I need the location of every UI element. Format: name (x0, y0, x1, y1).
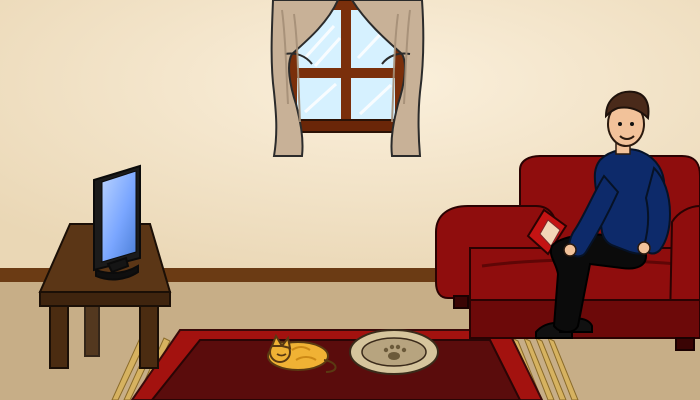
tv-table-leg-right (139, 305, 159, 369)
pet-bed (349, 329, 439, 375)
tv-table-leg-left (49, 305, 69, 369)
rug (111, 329, 579, 400)
sofa-foot-left (453, 295, 469, 309)
scene-svg (0, 0, 700, 400)
window-pane-bottom-right (351, 78, 395, 120)
man-hand-left (563, 243, 577, 257)
tv-screen (101, 170, 137, 263)
man-eye-right (630, 122, 634, 126)
man-eye-left (618, 122, 622, 126)
living-room-scene (0, 0, 700, 400)
tv-table-leg-back (84, 305, 100, 357)
rug-inner (150, 339, 522, 400)
man-hand-right (637, 241, 651, 255)
sofa-foot-right (675, 337, 695, 351)
tv-table-front (39, 291, 171, 307)
